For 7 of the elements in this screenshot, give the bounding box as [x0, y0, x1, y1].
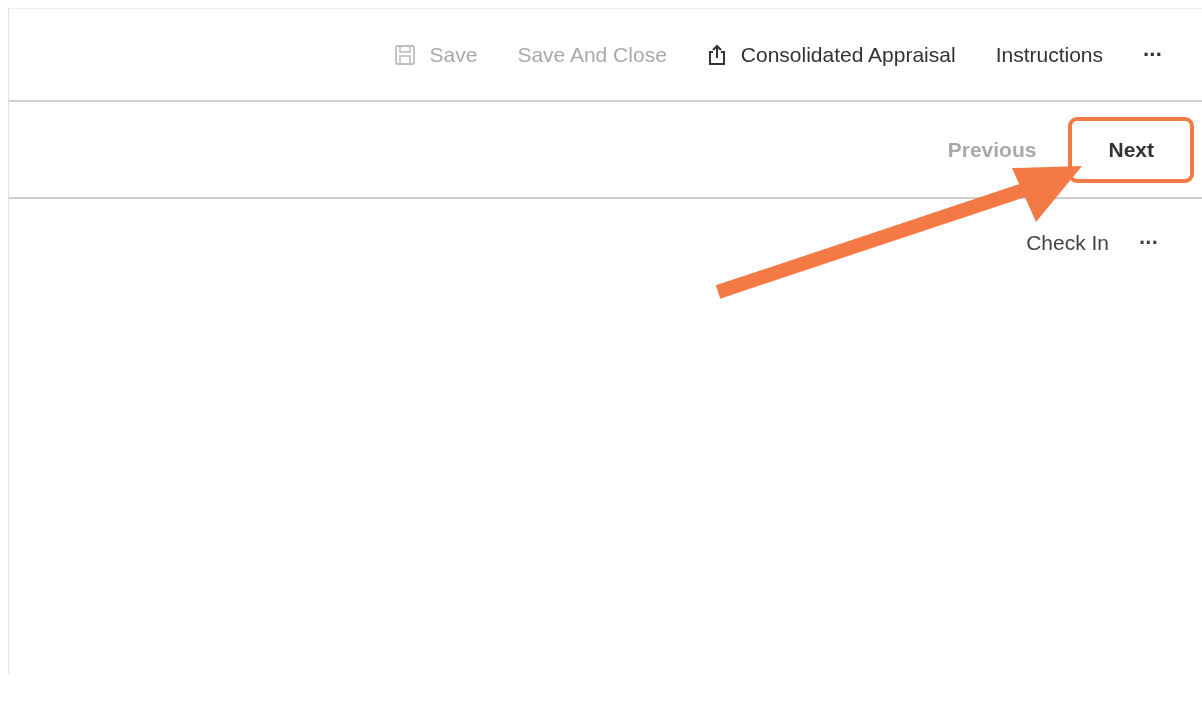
more-button[interactable]: ···: [1143, 41, 1162, 68]
share-icon: [706, 43, 727, 66]
more-button[interactable]: ···: [1139, 230, 1158, 256]
check-in-button[interactable]: Check In: [1026, 231, 1109, 255]
toolbar-button[interactable]: Consolidated Appraisal: [706, 42, 956, 67]
toolbar-button[interactable]: Instructions: [995, 42, 1103, 67]
save-icon: [393, 43, 416, 66]
